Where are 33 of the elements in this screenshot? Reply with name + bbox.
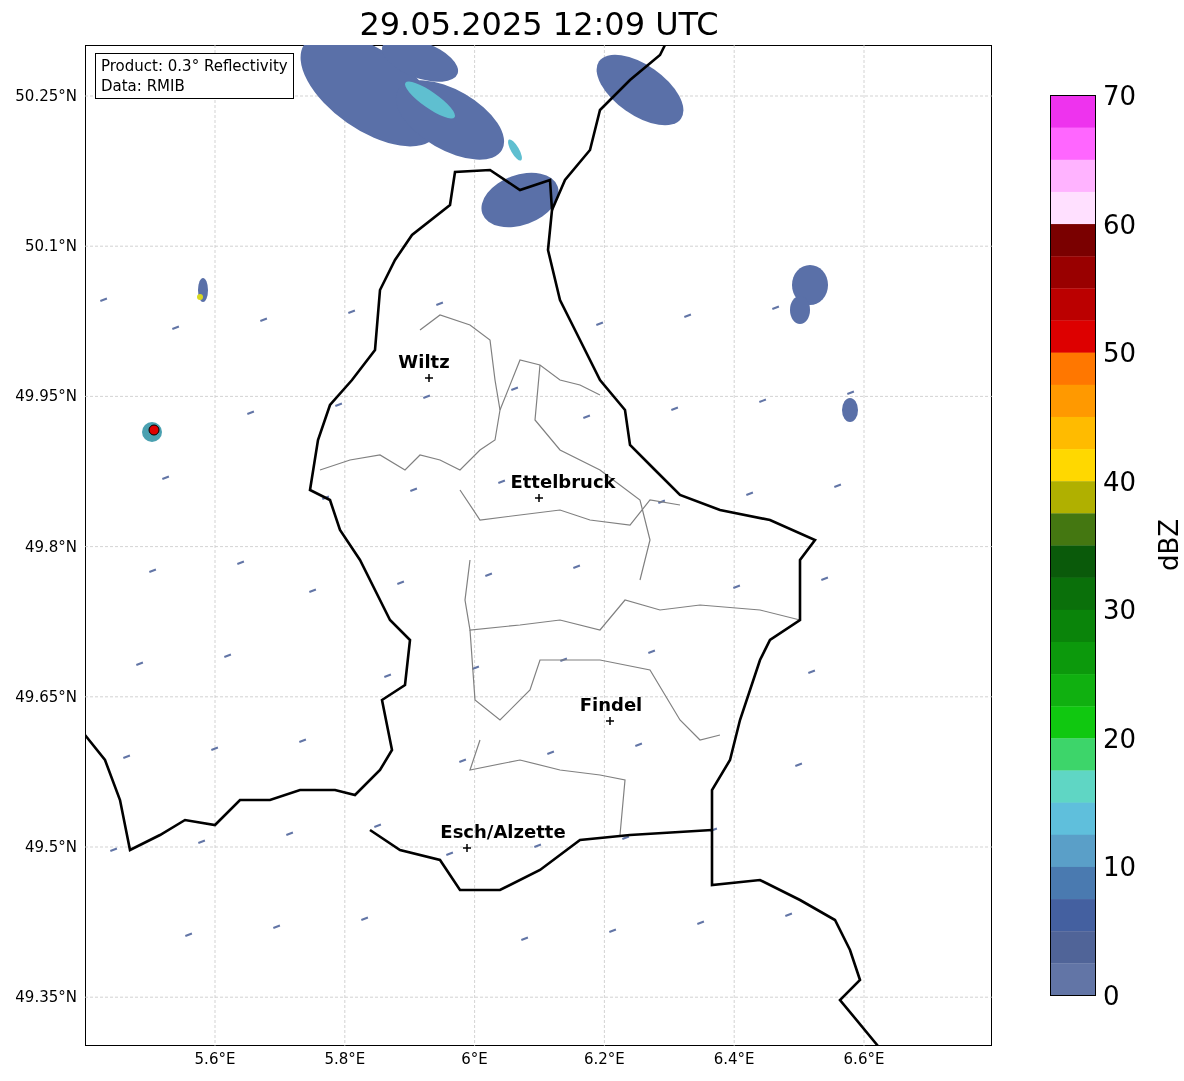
longitude-tick-label: 6.4°E: [713, 1050, 755, 1068]
city-label: Wiltz: [398, 351, 450, 372]
latitude-tick-label: 50.25°N: [15, 87, 77, 105]
city-marker-icon: [424, 373, 434, 383]
latitude-tick-label: 49.95°N: [15, 387, 77, 406]
colorbar-tick-label: 30: [1103, 597, 1137, 624]
longitude-tick-label: 6°E: [461, 1050, 488, 1068]
colorbar-tick-label: 70: [1103, 83, 1137, 109]
city-label: Esch/Alzette: [440, 821, 566, 842]
colorbar-tick-label: 40: [1103, 468, 1137, 495]
colorbar-label: dBZ: [1154, 518, 1184, 572]
city-label: Ettelbruck: [510, 471, 616, 492]
longitude-tick-label: 5.8°E: [324, 1050, 366, 1068]
longitude-tick-label: 6.2°E: [583, 1050, 625, 1068]
colorbar-tick-label: 20: [1103, 725, 1137, 752]
latitude-tick-label: 49.65°N: [15, 687, 77, 706]
info-text: Product: 0.3° Reflectivity: [101, 56, 288, 76]
colorbar-tick-label: 50: [1103, 340, 1137, 367]
latitude-tick-label: 49.8°N: [24, 537, 77, 556]
latitude-tick-label: 49.35°N: [15, 988, 77, 1007]
city-label: Findel: [579, 694, 643, 715]
colorbar-tick-label: 60: [1103, 211, 1137, 238]
latitude-tick-label: 49.5°N: [24, 838, 77, 856]
latitude-tick-label: 50.1°N: [24, 237, 77, 256]
city-marker-icon: [605, 716, 615, 726]
colorbar-tick-label: 0: [1103, 983, 1120, 1009]
info-text: Data: RMIB: [101, 76, 186, 96]
longitude-tick-label: 5.6°E: [194, 1050, 236, 1068]
city-marker-icon: [462, 843, 472, 853]
longitude-tick-label: 6.6°E: [843, 1050, 885, 1068]
city-marker-icon: [534, 493, 544, 503]
colorbar-tick-label: 10: [1103, 854, 1137, 881]
chart-title: 29.05.2025 12:09 UTC: [359, 5, 719, 40]
